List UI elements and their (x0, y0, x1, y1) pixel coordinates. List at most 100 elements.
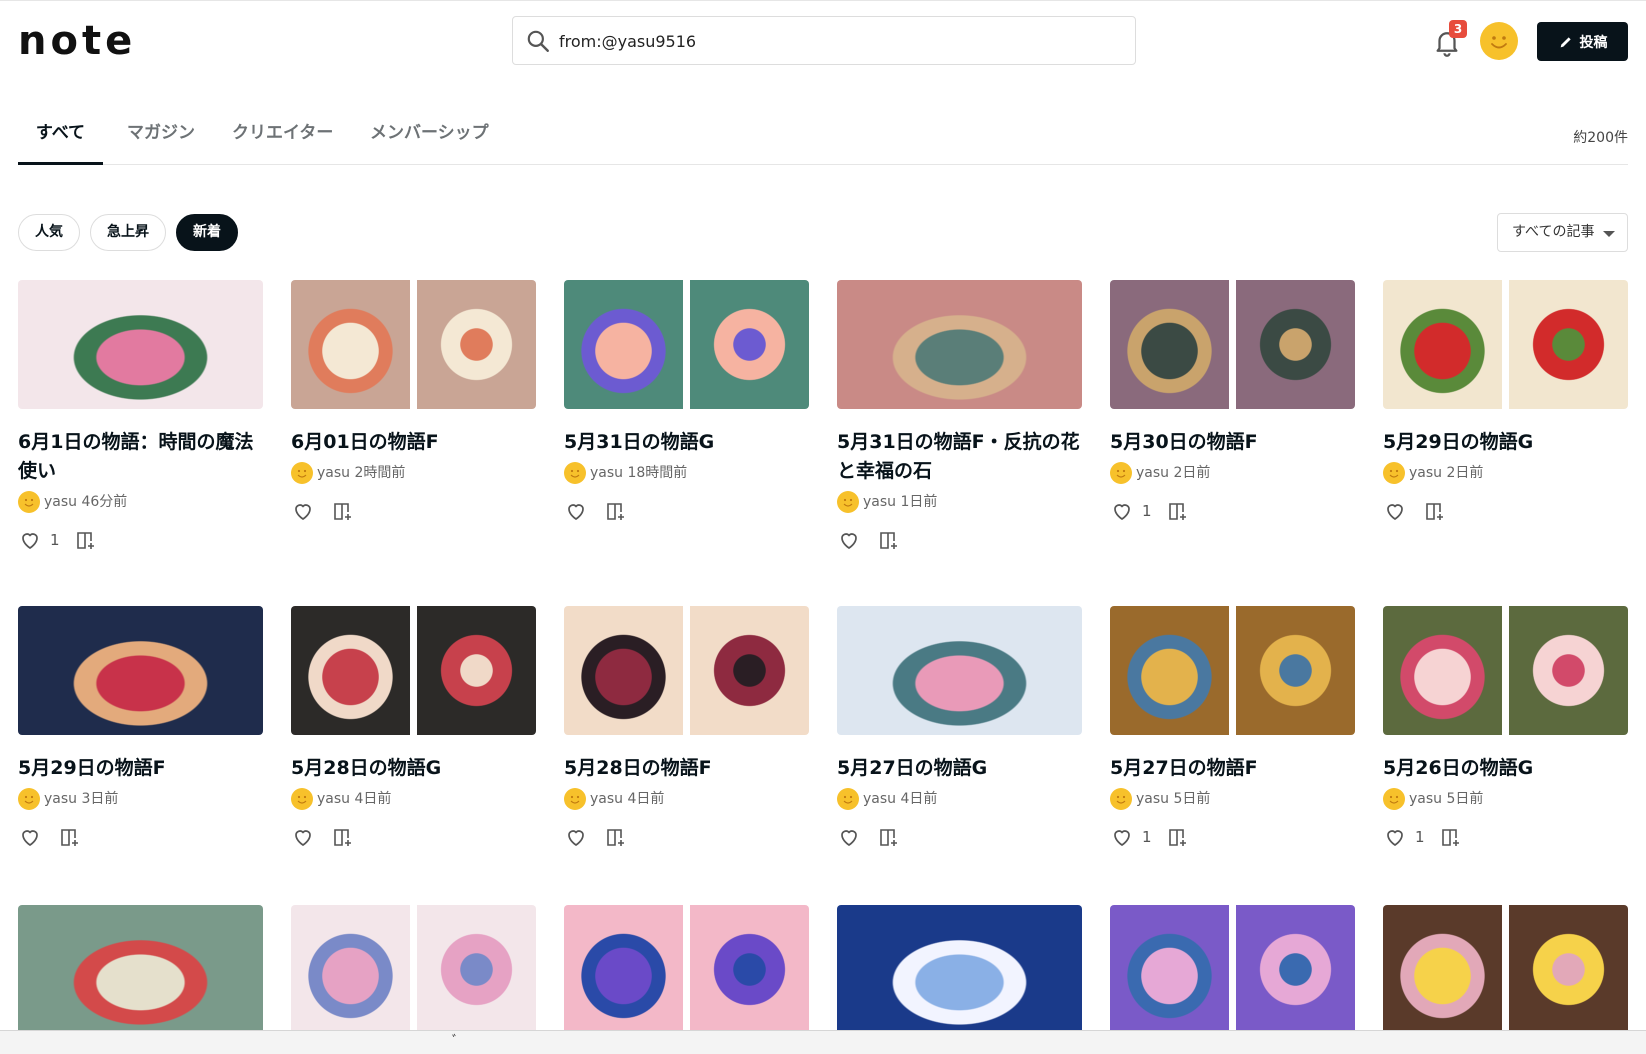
tab-all[interactable]: すべて (18, 115, 103, 165)
like-heart-icon[interactable] (564, 499, 588, 523)
add-to-magazine-icon[interactable] (604, 825, 628, 849)
chip-popular[interactable]: 人気 (18, 214, 80, 251)
author-name[interactable]: yasu (863, 494, 896, 510)
article-title[interactable]: 5月29日の物語G (1383, 428, 1628, 457)
like-heart-icon[interactable] (564, 825, 588, 849)
article-thumbnail[interactable] (1110, 905, 1355, 1034)
like-heart-icon[interactable] (1383, 499, 1407, 523)
article-thumbnail[interactable] (291, 905, 536, 1034)
tab-magazine[interactable]: マガジン (127, 115, 195, 165)
article-time: 18時間前 (627, 465, 688, 481)
article-thumbnail[interactable] (1383, 606, 1628, 735)
article-title[interactable]: 5月26日の物語G (1383, 754, 1628, 783)
article-title[interactable]: 5月28日の物語F (564, 754, 809, 783)
article-title[interactable]: 5月30日の物語F (1110, 428, 1355, 457)
add-to-magazine-icon[interactable] (331, 825, 355, 849)
tab-membership[interactable]: メンバーシップ (370, 115, 489, 165)
thumbnail-image-left (1383, 905, 1502, 1034)
author-avatar[interactable] (1383, 462, 1405, 484)
author-avatar[interactable] (1383, 788, 1405, 810)
author-avatar[interactable] (291, 462, 313, 484)
author-name[interactable]: yasu (1409, 465, 1442, 481)
like-heart-icon[interactable] (837, 528, 861, 552)
author-name[interactable]: yasu (44, 494, 77, 510)
article-thumbnail[interactable] (291, 606, 536, 735)
search-input[interactable] (559, 25, 1119, 57)
search-box[interactable] (512, 16, 1136, 65)
add-to-magazine-icon[interactable] (604, 499, 628, 523)
chip-trending[interactable]: 急上昇 (90, 214, 166, 251)
author-name[interactable]: yasu (590, 465, 623, 481)
author-avatar[interactable] (18, 491, 40, 513)
like-heart-icon[interactable] (837, 825, 861, 849)
article-actions (837, 527, 901, 553)
author-name[interactable]: yasu (590, 791, 623, 807)
add-to-magazine-icon[interactable] (58, 825, 82, 849)
add-to-magazine-icon[interactable] (1423, 499, 1447, 523)
post-button[interactable]: 投稿 (1537, 22, 1628, 61)
article-thumbnail[interactable] (1383, 280, 1628, 409)
article-thumbnail[interactable] (18, 606, 263, 735)
author-avatar[interactable] (291, 788, 313, 810)
article-thumbnail[interactable] (1383, 905, 1628, 1034)
article-thumbnail[interactable] (564, 905, 809, 1034)
author-name[interactable]: yasu (1136, 791, 1169, 807)
add-to-magazine-icon[interactable] (877, 528, 901, 552)
article-thumbnail[interactable] (837, 606, 1082, 735)
article-title[interactable]: 5月29日の物語F (18, 754, 263, 783)
article-thumbnail[interactable] (837, 280, 1082, 409)
author-avatar[interactable] (564, 462, 586, 484)
article-title[interactable]: 5月31日の物語F・反抗の花と幸福の石 (837, 428, 1082, 486)
like-heart-icon[interactable] (1110, 825, 1134, 849)
article-title[interactable]: 5月31日の物語G (564, 428, 809, 457)
article-filter-dropdown[interactable]: すべての記事 (1497, 213, 1628, 252)
add-to-magazine-icon[interactable] (1166, 499, 1190, 523)
user-avatar[interactable] (1480, 22, 1518, 60)
add-to-magazine-icon[interactable] (1439, 825, 1463, 849)
author-avatar[interactable] (1110, 788, 1132, 810)
add-to-magazine-icon[interactable] (331, 499, 355, 523)
chip-new[interactable]: 新着 (176, 214, 238, 251)
article-time: 2時間前 (354, 465, 406, 481)
add-to-magazine-icon[interactable] (74, 528, 98, 552)
article-thumbnail[interactable] (1110, 280, 1355, 409)
author-avatar[interactable] (1110, 462, 1132, 484)
article-title[interactable]: 6月01日の物語F (291, 428, 536, 457)
article-title[interactable]: 5月28日の物語G (291, 754, 536, 783)
notification-button[interactable]: 3 (1432, 20, 1467, 59)
article-thumbnail[interactable] (291, 280, 536, 409)
thumbnail-image (18, 606, 263, 735)
author-avatar[interactable] (564, 788, 586, 810)
like-heart-icon[interactable] (1110, 499, 1134, 523)
author-name[interactable]: yasu (317, 465, 350, 481)
article-time: 2日前 (1173, 465, 1211, 481)
article-thumbnail[interactable] (18, 280, 263, 409)
article-thumbnail[interactable] (837, 905, 1082, 1034)
like-heart-icon[interactable] (18, 528, 42, 552)
article-thumbnail[interactable] (1110, 606, 1355, 735)
like-heart-icon[interactable] (18, 825, 42, 849)
author-avatar[interactable] (837, 491, 859, 513)
add-to-magazine-icon[interactable] (877, 825, 901, 849)
author-name[interactable]: yasu (863, 791, 896, 807)
author-name[interactable]: yasu (1409, 791, 1442, 807)
like-heart-icon[interactable] (291, 825, 315, 849)
author-avatar[interactable] (837, 788, 859, 810)
author-avatar[interactable] (18, 788, 40, 810)
article-title[interactable]: 5月27日の物語G (837, 754, 1082, 783)
article-thumbnail[interactable] (564, 280, 809, 409)
thumbnail-image-right (1236, 606, 1355, 735)
tab-creator[interactable]: クリエイター (232, 115, 333, 165)
article-thumbnail[interactable] (564, 606, 809, 735)
author-name[interactable]: yasu (1136, 465, 1169, 481)
article-thumbnail[interactable] (18, 905, 263, 1034)
article-title[interactable]: 6月1日の物語：時間の魔法使い (18, 428, 263, 486)
author-name[interactable]: yasu (44, 791, 77, 807)
like-heart-icon[interactable] (1383, 825, 1407, 849)
author-name[interactable]: yasu (317, 791, 350, 807)
article-meta: yasu 4日前 (564, 787, 664, 811)
like-heart-icon[interactable] (291, 499, 315, 523)
article-title[interactable]: 5月27日の物語F (1110, 754, 1355, 783)
note-logo[interactable]: note (18, 19, 136, 63)
add-to-magazine-icon[interactable] (1166, 825, 1190, 849)
